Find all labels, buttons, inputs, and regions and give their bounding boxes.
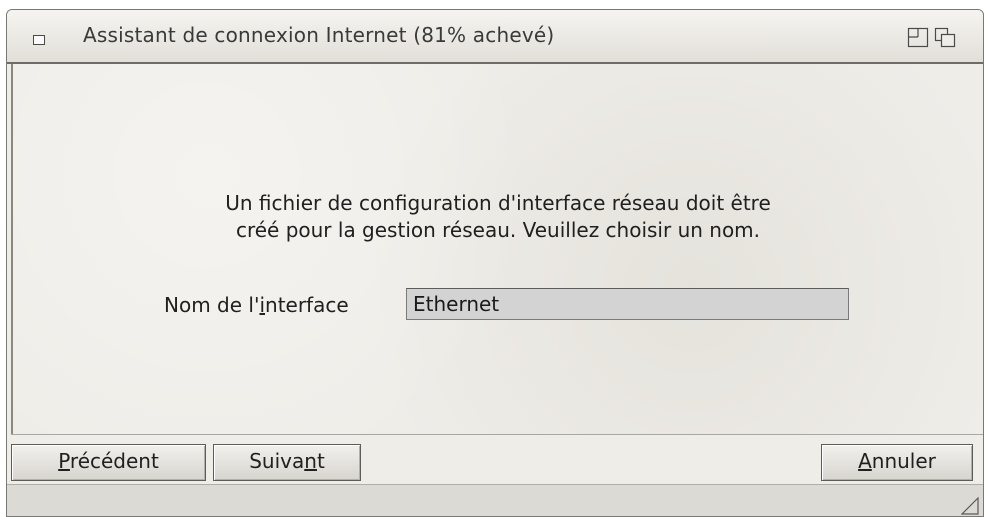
title-bar[interactable]: Assistant de connexion Internet (81% ach… xyxy=(7,10,983,64)
interface-name-input[interactable] xyxy=(406,288,849,320)
previous-mnemonic: P xyxy=(58,449,70,473)
button-separator xyxy=(11,434,983,435)
window-title: Assistant de connexion Internet (81% ach… xyxy=(83,23,555,47)
label-part-1: Nom de l' xyxy=(164,293,260,317)
instruction-message: Un fichier de configuration d'interface … xyxy=(13,190,983,244)
previous-button[interactable]: Précédent xyxy=(11,444,206,481)
next-mnemonic: n xyxy=(304,449,317,473)
resize-grip-icon[interactable] xyxy=(960,496,979,515)
interface-name-label: Nom de l'interface xyxy=(164,293,349,317)
label-part-2: nterface xyxy=(265,293,349,317)
shade-icon[interactable] xyxy=(934,27,956,49)
previous-label: récédent xyxy=(69,449,159,473)
message-line-2: créé pour la gestion réseau. Veuillez ch… xyxy=(235,218,761,242)
wizard-window: Assistant de connexion Internet (81% ach… xyxy=(6,9,984,517)
maximize-icon[interactable] xyxy=(907,27,929,49)
next-label-start: Suiva xyxy=(249,449,305,473)
cancel-mnemonic: A xyxy=(858,449,872,473)
status-bar xyxy=(7,484,983,516)
window-menu-icon[interactable] xyxy=(33,35,45,45)
cancel-label: nnuler xyxy=(871,449,936,473)
cancel-button[interactable]: Annuler xyxy=(821,444,973,481)
next-button[interactable]: Suivant xyxy=(213,444,361,481)
next-label-end: t xyxy=(316,449,325,473)
message-line-1: Un fichier de configuration d'interface … xyxy=(225,191,771,215)
wizard-content: Un fichier de configuration d'interface … xyxy=(11,64,983,434)
